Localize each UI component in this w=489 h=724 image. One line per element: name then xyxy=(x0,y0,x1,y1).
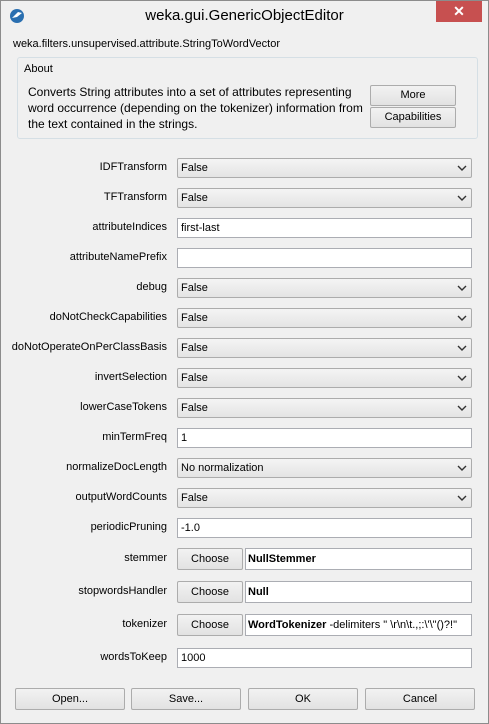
do-not-operate-per-class-label: doNotOperateOnPerClassBasis xyxy=(11,341,167,353)
invert-selection-select[interactable]: False xyxy=(177,368,472,388)
stopwords-handler-field[interactable]: Null xyxy=(245,581,472,603)
stopwords-handler-label: stopwordsHandler xyxy=(78,585,167,597)
stemmer-field[interactable]: NullStemmer xyxy=(245,548,472,570)
about-title: About xyxy=(24,63,53,75)
tf-transform-label: TFTransform xyxy=(103,191,167,203)
stemmer-choose-button[interactable]: Choose xyxy=(177,548,243,570)
do-not-operate-per-class-select[interactable]: False xyxy=(177,338,472,358)
window-title: weka.gui.GenericObjectEditor xyxy=(145,7,344,24)
ok-button[interactable]: OK xyxy=(248,688,358,710)
idf-transform-label: IDFTransform xyxy=(99,161,167,173)
output-word-counts-select[interactable]: False xyxy=(177,488,472,508)
attribute-indices-input[interactable]: first-last xyxy=(177,218,472,238)
attribute-name-prefix-input[interactable] xyxy=(177,248,472,268)
stopwords-handler-value: Null xyxy=(248,586,269,598)
attribute-name-prefix-label: attributeNamePrefix xyxy=(69,251,167,263)
stopwords-handler-choose-button[interactable]: Choose xyxy=(177,581,243,603)
editor-panel: weka.filters.unsupervised.attribute.Stri… xyxy=(8,31,482,718)
idf-transform-value: False xyxy=(181,162,208,174)
title-bar[interactable]: weka.gui.GenericObjectEditor ✕ xyxy=(1,1,488,31)
idf-transform-select[interactable]: False xyxy=(177,158,472,178)
chevron-down-icon xyxy=(457,403,467,413)
open-button[interactable]: Open... xyxy=(15,688,125,710)
chevron-down-icon xyxy=(457,313,467,323)
words-to-keep-input[interactable]: 1000 xyxy=(177,648,472,668)
debug-value: False xyxy=(181,282,208,294)
close-button[interactable]: ✕ xyxy=(436,1,482,22)
chevron-down-icon xyxy=(457,163,467,173)
output-word-counts-value: False xyxy=(181,492,208,504)
stemmer-label: stemmer xyxy=(124,552,167,564)
chevron-down-icon xyxy=(457,343,467,353)
do-not-check-capabilities-label: doNotCheckCapabilities xyxy=(49,311,167,323)
tokenizer-options: -delimiters " \r\n\t.,;:\'\"()?!" xyxy=(326,619,457,631)
chevron-down-icon xyxy=(457,463,467,473)
normalize-doc-length-value: No normalization xyxy=(181,462,264,474)
attribute-indices-label: attributeIndices xyxy=(92,221,167,233)
tokenizer-value: WordTokenizer -delimiters " \r\n\t.,;:\'… xyxy=(248,619,457,631)
min-term-freq-value: 1 xyxy=(181,432,188,444)
invert-selection-value: False xyxy=(181,372,208,384)
lower-case-tokens-value: False xyxy=(181,402,208,414)
more-button[interactable]: More xyxy=(370,85,456,106)
save-button[interactable]: Save... xyxy=(131,688,241,710)
periodic-pruning-label: periodicPruning xyxy=(90,521,167,533)
tf-transform-value: False xyxy=(181,192,208,204)
normalize-doc-length-select[interactable]: No normalization xyxy=(177,458,472,478)
periodic-pruning-input[interactable]: -1.0 xyxy=(177,518,472,538)
tf-transform-select[interactable]: False xyxy=(177,188,472,208)
invert-selection-label: invertSelection xyxy=(94,371,167,383)
chevron-down-icon xyxy=(457,193,467,203)
stemmer-value: NullStemmer xyxy=(248,553,316,565)
attribute-indices-value: first-last xyxy=(181,222,220,234)
tokenizer-field[interactable]: WordTokenizer -delimiters " \r\n\t.,;:\'… xyxy=(245,614,472,636)
min-term-freq-input[interactable]: 1 xyxy=(177,428,472,448)
lower-case-tokens-label: lowerCaseTokens xyxy=(80,401,167,413)
chevron-down-icon xyxy=(457,373,467,383)
about-text: Converts String attributes into a set of… xyxy=(28,85,363,131)
class-name-label: weka.filters.unsupervised.attribute.Stri… xyxy=(13,38,280,50)
debug-select[interactable]: False xyxy=(177,278,472,298)
stopwords-handler-class: Null xyxy=(248,586,269,598)
cancel-button[interactable]: Cancel xyxy=(365,688,475,710)
words-to-keep-value: 1000 xyxy=(181,652,206,664)
periodic-pruning-value: -1.0 xyxy=(181,522,200,534)
min-term-freq-label: minTermFreq xyxy=(102,431,167,443)
lower-case-tokens-select[interactable]: False xyxy=(177,398,472,418)
generic-object-editor-window: weka.gui.GenericObjectEditor ✕ weka.filt… xyxy=(0,0,489,724)
stemmer-class: NullStemmer xyxy=(248,553,316,565)
do-not-operate-per-class-value: False xyxy=(181,342,208,354)
do-not-check-capabilities-select[interactable]: False xyxy=(177,308,472,328)
capabilities-button[interactable]: Capabilities xyxy=(370,107,456,128)
do-not-check-capabilities-value: False xyxy=(181,312,208,324)
chevron-down-icon xyxy=(457,493,467,503)
normalize-doc-length-label: normalizeDocLength xyxy=(66,461,167,473)
tokenizer-choose-button[interactable]: Choose xyxy=(177,614,243,636)
tokenizer-label: tokenizer xyxy=(122,618,167,630)
debug-label: debug xyxy=(136,281,167,293)
words-to-keep-label: wordsToKeep xyxy=(100,651,167,663)
output-word-counts-label: outputWordCounts xyxy=(75,491,167,503)
chevron-down-icon xyxy=(457,283,467,293)
tokenizer-class: WordTokenizer xyxy=(248,619,327,631)
